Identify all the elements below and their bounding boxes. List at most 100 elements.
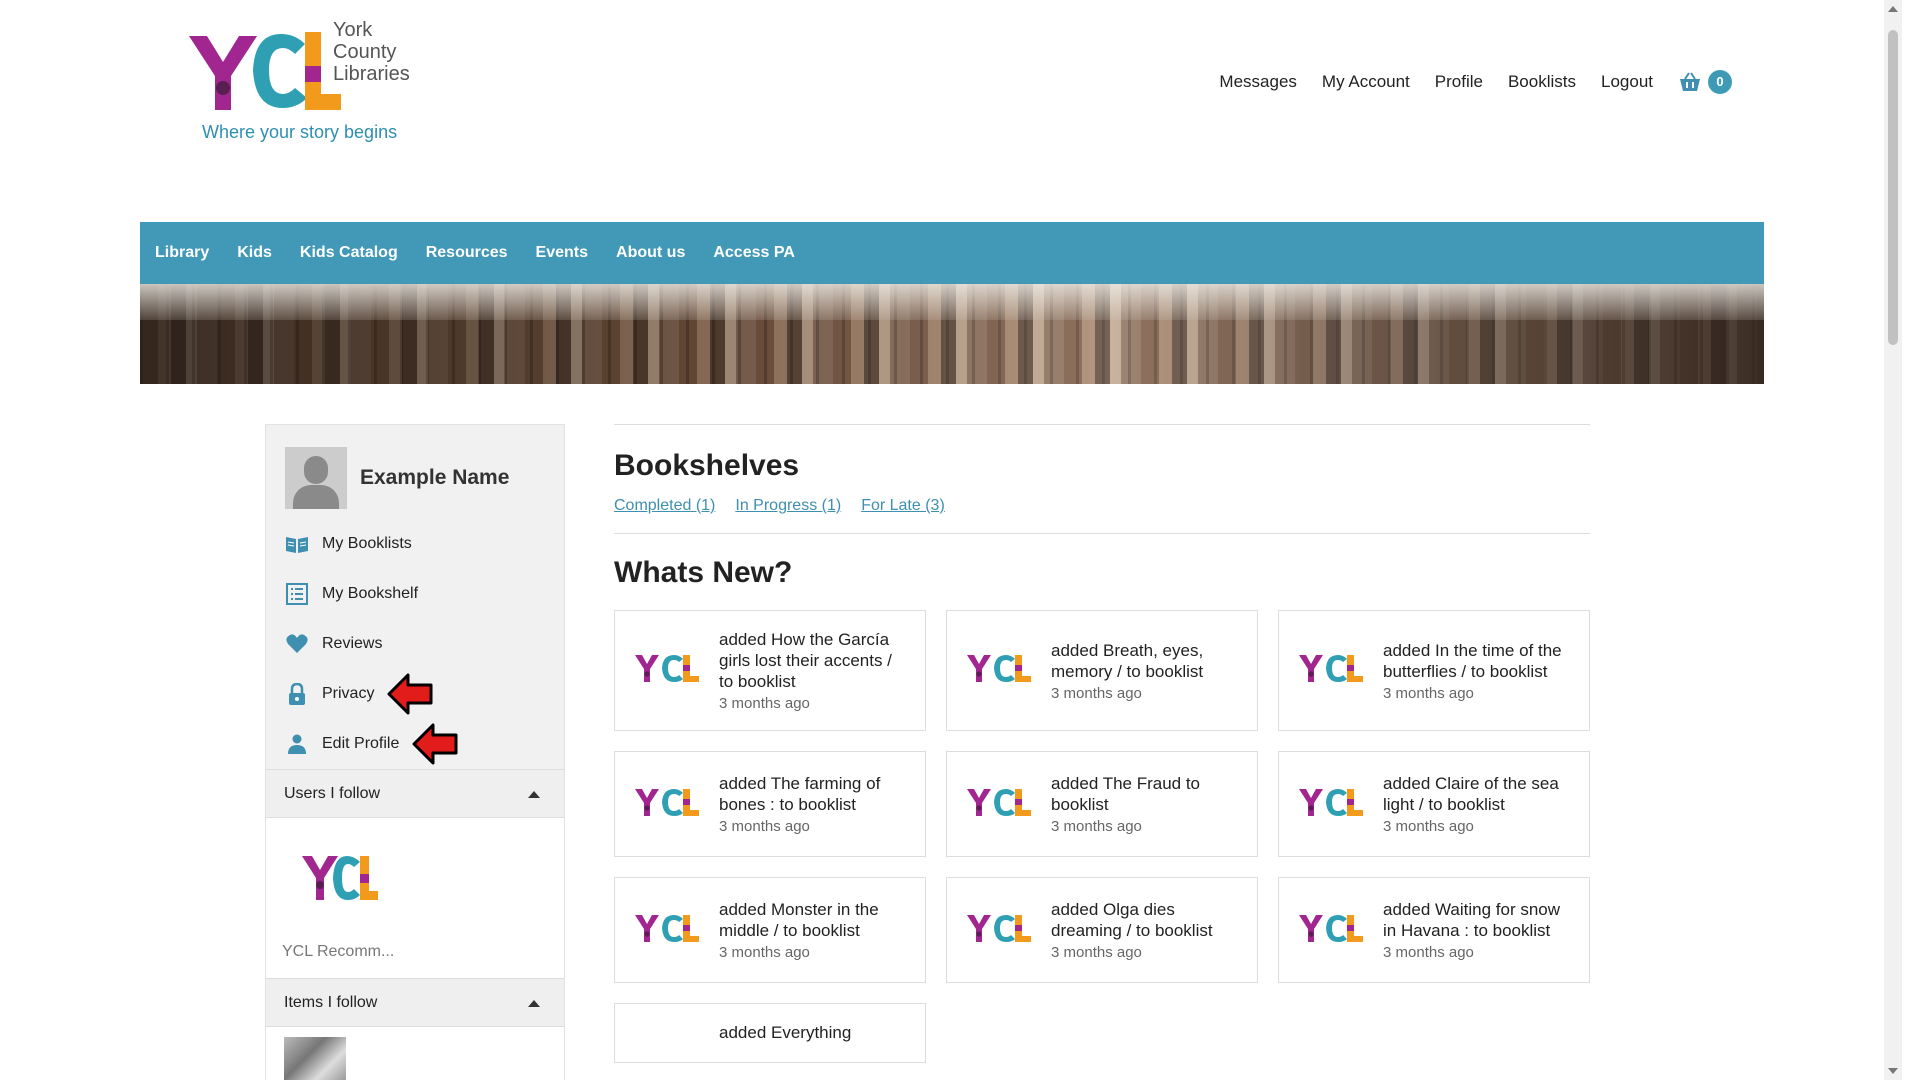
book-open-icon — [285, 532, 309, 556]
caret-up-icon — [528, 790, 540, 798]
items-i-follow-header[interactable]: Items I follow — [266, 978, 564, 1027]
divider — [614, 533, 1590, 534]
activity-card[interactable]: added Waiting for snow in Havana : to bo… — [1278, 877, 1590, 983]
activity-card[interactable]: added Claire of the sea light / to bookl… — [1278, 751, 1590, 857]
sidebar-item-my-booklists[interactable]: My Booklists — [266, 519, 564, 569]
activity-card[interactable]: added Breath, eyes, memory / to booklist… — [946, 610, 1258, 731]
section-label: Items I follow — [284, 993, 378, 1011]
page: York County Libraries Where your story b… — [0, 0, 1902, 1080]
activity-timestamp: 3 months ago — [1051, 818, 1142, 835]
ycl-user-logo — [967, 652, 1033, 689]
svg-text:Libraries: Libraries — [333, 63, 410, 85]
section-label: Users I follow — [284, 784, 381, 802]
main-content: Bookshelves Completed (1) In Progress (1… — [614, 424, 1590, 1063]
svg-text:Where your story begins: Where your story begins — [202, 122, 397, 142]
activity-text[interactable]: added How the García girls lost their ac… — [719, 629, 909, 692]
activity-text[interactable]: added Breath, eyes, memory / to booklist — [1051, 640, 1241, 682]
main-navigation: Library Kids Kids Catalog Resources Even… — [140, 222, 1764, 284]
messages-link[interactable]: Messages — [1219, 72, 1296, 92]
bookshelves-title: Bookshelves — [614, 449, 800, 482]
activity-text[interactable]: added Claire of the sea light / to bookl… — [1383, 773, 1573, 815]
scrollbar-thumb[interactable] — [1888, 30, 1898, 345]
list-icon — [285, 582, 309, 606]
followed-user-name: YCL Recomm... — [282, 943, 395, 960]
ycl-user-logo — [635, 912, 701, 949]
users-i-follow-header[interactable]: Users I follow — [266, 769, 564, 818]
nav-library[interactable]: Library — [155, 244, 209, 262]
bookshelf-banner-image — [140, 284, 1764, 384]
activity-card[interactable]: added In the time of the butterflies / t… — [1278, 610, 1590, 731]
shelf-in-progress-link[interactable]: In Progress (1) — [735, 497, 841, 515]
activity-timestamp: 3 months ago — [1383, 944, 1474, 961]
activity-text[interactable]: added The Fraud to booklist — [1051, 773, 1241, 815]
followed-item-cover[interactable] — [284, 1037, 346, 1080]
ycl-avatar-logo — [302, 856, 378, 900]
nav-access-pa[interactable]: Access PA — [713, 244, 795, 262]
top-navigation: Messages My Account Profile Booklists Lo… — [1219, 70, 1732, 94]
logout-link[interactable]: Logout — [1601, 72, 1653, 92]
shelf-for-late-link[interactable]: For Late (3) — [861, 497, 945, 515]
activity-card[interactable]: added Olga dies dreaming / to booklist 3 … — [946, 877, 1258, 983]
nav-kids[interactable]: Kids — [237, 244, 272, 262]
nav-resources[interactable]: Resources — [426, 244, 508, 262]
scroll-down-icon[interactable] — [1888, 1068, 1898, 1074]
activity-card[interactable]: added Monster in the middle / to booklis… — [614, 877, 926, 983]
activity-timestamp: 3 months ago — [1051, 684, 1142, 702]
heart-icon — [285, 632, 309, 656]
cart-count-badge: 0 — [1708, 70, 1732, 94]
activity-timestamp: 3 months ago — [719, 695, 810, 712]
sidebar-item-label: My Booklists — [322, 535, 412, 552]
activity-card[interactable]: added The farming of bones : to booklist… — [614, 751, 926, 857]
sidebar-item-label: Privacy — [322, 685, 375, 702]
sidebar-item-reviews[interactable]: Reviews — [266, 619, 564, 669]
page-scrollbar[interactable] — [1884, 0, 1902, 1080]
ycl-user-logo — [1299, 786, 1365, 823]
sidebar-item-edit-profile[interactable]: Edit Profile — [266, 719, 564, 769]
ycl-user-logo — [967, 912, 1033, 949]
lock-icon — [285, 682, 309, 706]
sidebar-item-label: Reviews — [322, 635, 383, 652]
profile-link[interactable]: Profile — [1435, 72, 1483, 92]
sidebar-item-privacy[interactable]: Privacy — [266, 669, 564, 719]
activity-text[interactable]: added Monster in the middle / to booklis… — [719, 899, 909, 941]
activity-text[interactable]: added Everything — [719, 1022, 851, 1043]
activity-card[interactable]: added How the García girls lost their ac… — [614, 610, 926, 731]
cart-button[interactable]: 0 — [1678, 70, 1732, 94]
nav-kids-catalog[interactable]: Kids Catalog — [300, 244, 398, 262]
activity-grid: added How the García girls lost their ac… — [614, 610, 1590, 1063]
activity-text[interactable]: added Olga dies dreaming / to booklist — [1051, 899, 1241, 941]
shelf-links: Completed (1) In Progress (1) For Late (… — [614, 497, 1590, 515]
activity-timestamp: 3 months ago — [719, 944, 810, 961]
nav-events[interactable]: Events — [536, 244, 588, 262]
activity-timestamp: 3 months ago — [1051, 944, 1142, 961]
activity-text[interactable]: added In the time of the butterflies / t… — [1383, 640, 1573, 682]
ycl-user-logo — [967, 786, 1033, 823]
activity-text[interactable]: added The farming of bones : to booklist — [719, 773, 909, 815]
ycl-user-logo — [1299, 652, 1365, 689]
booklists-link[interactable]: Booklists — [1508, 72, 1576, 92]
caret-up-icon — [528, 999, 540, 1007]
activity-card[interactable]: added Everything — [614, 1003, 926, 1063]
sidebar-item-label: My Bookshelf — [322, 585, 419, 602]
activity-text[interactable]: added Waiting for snow in Havana : to bo… — [1383, 899, 1573, 941]
activity-timestamp: 3 months ago — [1383, 684, 1474, 702]
user-profile-header: Example Name — [266, 425, 564, 519]
scroll-up-icon[interactable] — [1888, 6, 1898, 12]
divider — [614, 424, 1590, 425]
shelf-completed-link[interactable]: Completed (1) — [614, 497, 715, 515]
ycl-user-logo — [635, 652, 701, 689]
followed-items-list — [266, 1027, 564, 1080]
activity-card[interactable]: added The Fraud to booklist 3 months ago — [946, 751, 1258, 857]
red-arrow-icon — [412, 723, 458, 765]
nav-about-us[interactable]: About us — [616, 244, 685, 262]
ycl-logo[interactable]: York County Libraries Where your story b… — [185, 18, 435, 148]
basket-icon — [1680, 72, 1700, 91]
followed-user-card[interactable]: YCL Recomm... — [266, 818, 564, 978]
whats-new-title: Whats New? — [614, 556, 793, 589]
svg-text:County: County — [333, 41, 396, 63]
red-arrow-icon — [387, 673, 433, 715]
sidebar-item-my-bookshelf[interactable]: My Bookshelf — [266, 569, 564, 619]
ycl-user-logo — [1299, 912, 1365, 949]
my-account-link[interactable]: My Account — [1322, 72, 1410, 92]
activity-timestamp: 3 months ago — [719, 818, 810, 835]
